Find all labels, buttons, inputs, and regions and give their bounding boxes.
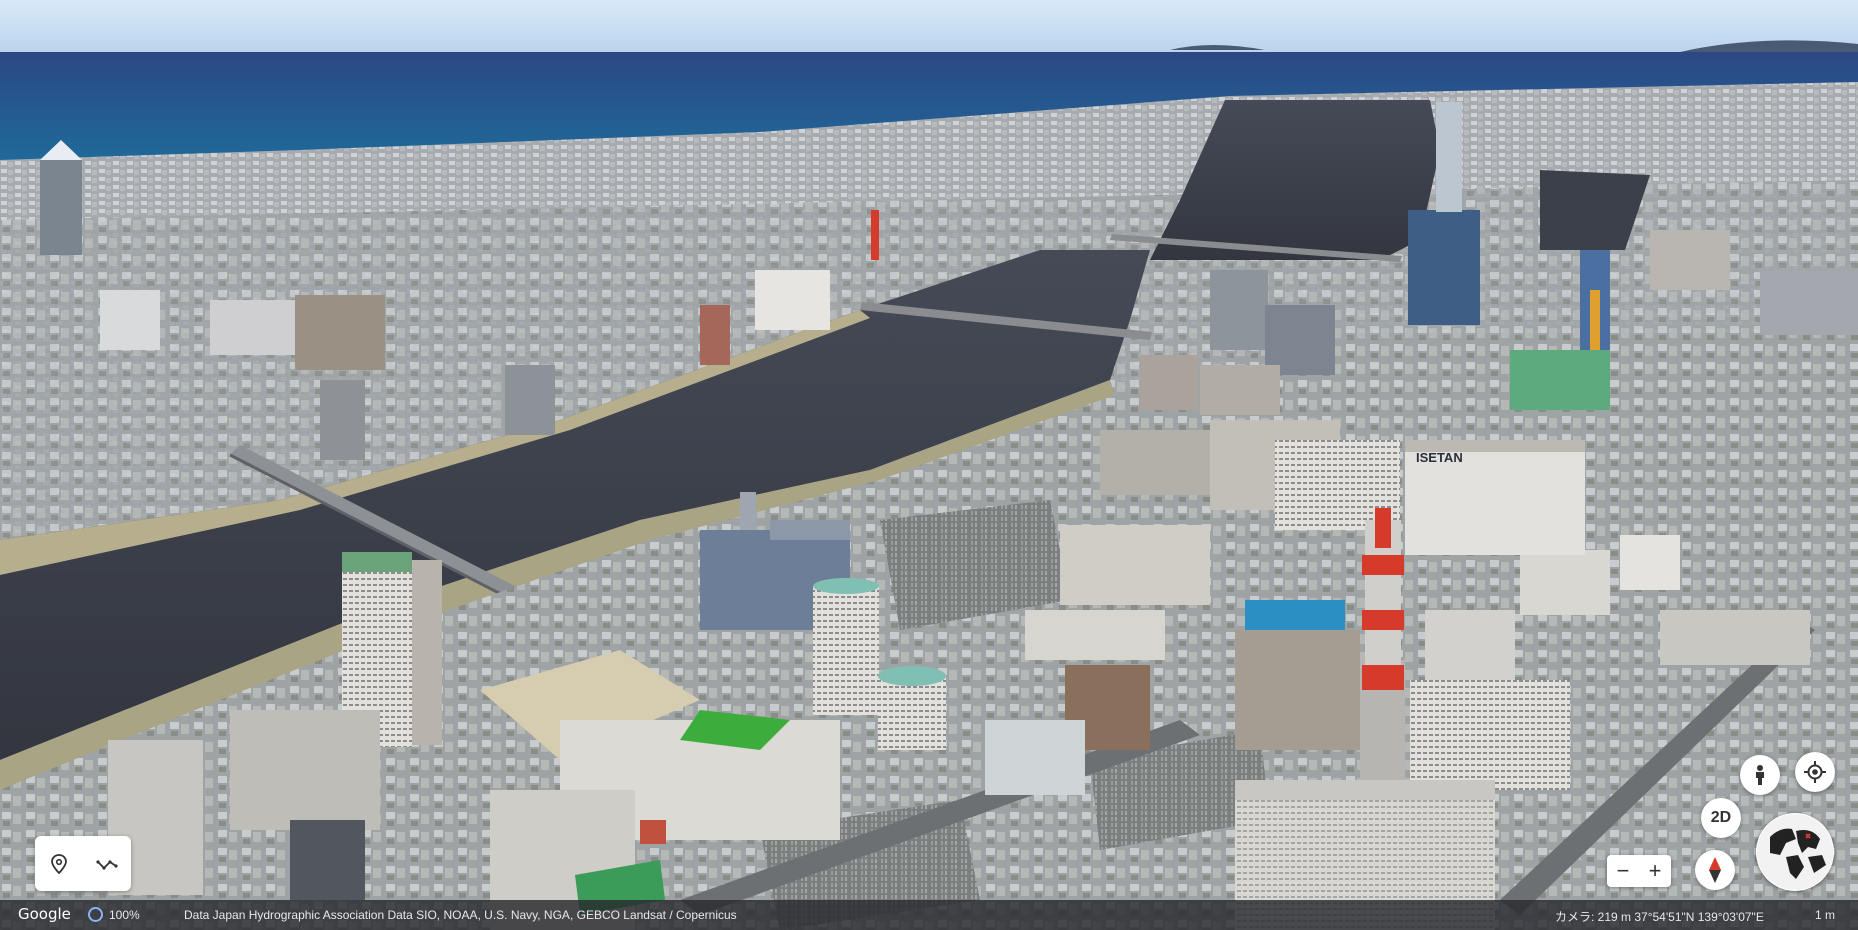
- isetan-sign: ISETAN: [1416, 450, 1463, 465]
- map-3d-view[interactable]: ISETAN: [0, 0, 1858, 930]
- view-mode-label: 2D: [1710, 809, 1732, 826]
- zoom-percent: 100%: [109, 907, 140, 922]
- zoom-indicator: 100%: [88, 907, 140, 922]
- pegman-button[interactable]: [1740, 755, 1780, 795]
- compass-button[interactable]: [1695, 850, 1735, 890]
- compass-icon: [1709, 857, 1721, 883]
- zoom-out-button[interactable]: −: [1609, 857, 1637, 885]
- layers-button-group: [35, 836, 131, 891]
- google-logo[interactable]: Google: [18, 905, 71, 923]
- my-location-icon: [1804, 761, 1826, 783]
- zoom-in-button[interactable]: +: [1641, 857, 1669, 885]
- attribution-bar: Google 100% Data Japan Hydrographic Asso…: [0, 900, 1858, 930]
- camera-coordinates: カメラ: 219 m 37°54'51"N 139°03'07"E: [1555, 910, 1764, 924]
- path-icon[interactable]: [93, 850, 121, 878]
- zoom-ring-icon: [88, 907, 103, 922]
- view-mode-button[interactable]: 2D: [1701, 798, 1741, 838]
- location-pin-icon[interactable]: [45, 850, 73, 878]
- zoom-control: − +: [1607, 855, 1671, 887]
- my-location-button[interactable]: [1795, 752, 1835, 792]
- globe-icon: [1757, 814, 1833, 890]
- globe-button[interactable]: [1756, 813, 1834, 891]
- scale-label[interactable]: 1 m: [1815, 908, 1835, 922]
- data-attribution[interactable]: Data Japan Hydrographic Association Data…: [184, 908, 737, 922]
- pegman-icon: [1756, 765, 1764, 785]
